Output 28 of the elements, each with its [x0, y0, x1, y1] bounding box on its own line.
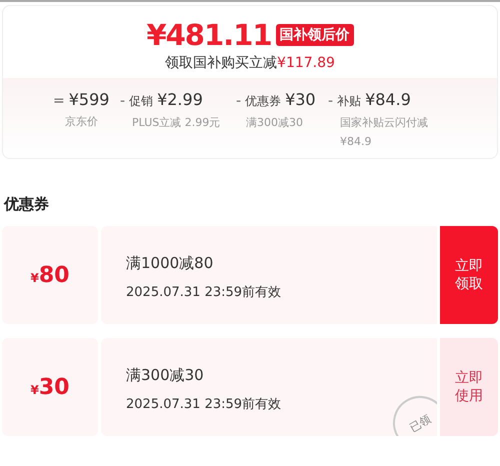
operator: =: [53, 93, 65, 109]
operator: -: [120, 93, 126, 109]
coupon-action-button[interactable]: 立即领取: [440, 226, 498, 324]
coupon-condition: 满300减30: [126, 366, 205, 385]
price-item-value: ¥2.99: [157, 90, 203, 109]
price-item-label: 优惠券: [245, 93, 282, 110]
price-item-note: 国家补贴云闪付减¥84.9: [340, 115, 429, 150]
price-item-value: ¥599: [68, 90, 110, 109]
coupon-action-button[interactable]: 立即使用: [440, 338, 498, 436]
price-item-label: 促销: [129, 93, 154, 110]
price-item-note: PLUS立减 2.99元: [132, 115, 222, 131]
price-item-note: 满300减30: [246, 115, 304, 131]
coupon-validity: 2025.07.31 23:59前有效: [126, 284, 282, 301]
saving-label: 领取国补购买立减: [165, 55, 278, 71]
price-item-value: ¥30: [285, 90, 316, 109]
saving-value: ¥117.89: [277, 55, 335, 71]
coupon-condition: 满1000减80: [126, 254, 214, 273]
price-item-note: 京东价: [65, 114, 99, 130]
coupon-amount: ¥80: [30, 262, 70, 288]
price-item-value: ¥84.9: [365, 90, 411, 109]
coupon-amount: ¥30: [30, 374, 70, 400]
price-item-label: 补贴: [337, 93, 362, 110]
price-badge: 国补领后价: [276, 24, 354, 46]
section-title: 优惠券: [4, 195, 50, 214]
coupon-validity: 2025.07.31 23:59前有效: [126, 396, 282, 413]
operator: -: [328, 93, 334, 109]
operator: -: [236, 93, 242, 109]
final-price: ¥481.11: [146, 18, 272, 52]
